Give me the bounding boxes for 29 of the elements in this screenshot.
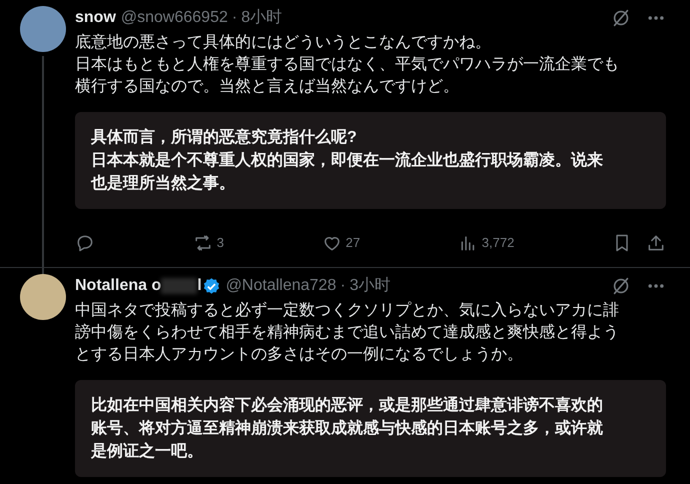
user-handle[interactable]: @snow666952 xyxy=(120,6,228,30)
share-icon[interactable] xyxy=(646,233,666,253)
translation-text-line: 具体而言，所谓的恶意究竟指什么呢? xyxy=(91,127,358,148)
repost-count: 3 xyxy=(216,234,224,252)
user-name[interactable]: snow xyxy=(75,6,116,30)
translation-text-line: 也是理所当然之事。 xyxy=(91,173,236,194)
repost-icon[interactable] xyxy=(192,233,213,253)
view-count: 3,772 xyxy=(482,234,514,252)
post-text-line: 底意地の悪さって具体的にはどういうとこなんですかね。 xyxy=(75,32,492,53)
post-time[interactable]: 8小时 xyxy=(241,6,282,30)
post-text-line: 日本はもともと人権を尊重する国ではなく、平気でパワハラが一流企業でも xyxy=(75,54,620,75)
post-text-line: 中国ネタで投稿すると必ず一定数つくクソリプとか、気に入らないアカに誹 xyxy=(75,300,620,321)
avatar[interactable] xyxy=(20,274,66,320)
separator-dot: · xyxy=(340,276,346,296)
separator-dot: · xyxy=(232,8,238,28)
post-text-line: 謗中傷をくらわせて相手を精神病むまで追い詰めて達成感と爽快感と得よう xyxy=(75,322,620,343)
post-text-line: とする日本人アカウントの多さはその一例になるでしょうか。 xyxy=(75,344,524,365)
user-name[interactable]: Notallena o xyxy=(75,274,162,298)
user-name[interactable]: l xyxy=(197,274,202,298)
user-handle[interactable]: @Notallena728 xyxy=(226,274,336,298)
post-text-line: 横行する国なので。当然と言えば当然なんですけど。 xyxy=(75,76,460,97)
translation-text-line: 比如在中国相关内容下必会涌现的恶评，或是那些通过肆意诽谤不喜欢的 xyxy=(91,395,604,416)
translation-text-line: 账号、将对方逼至精神崩溃来获取成就感与快感的日本账号之多，或许就 xyxy=(91,418,604,439)
translation-text-line: 日本本就是个不尊重人权的国家，即便在一流企业也盛行职场霸凌。说来 xyxy=(91,150,604,171)
reply-icon[interactable] xyxy=(75,233,95,253)
post-time[interactable]: 3小时 xyxy=(350,274,390,298)
avatar[interactable] xyxy=(20,6,66,52)
like-count: 27 xyxy=(346,234,360,252)
translation-text-line: 是例证之一吧。 xyxy=(91,441,204,462)
